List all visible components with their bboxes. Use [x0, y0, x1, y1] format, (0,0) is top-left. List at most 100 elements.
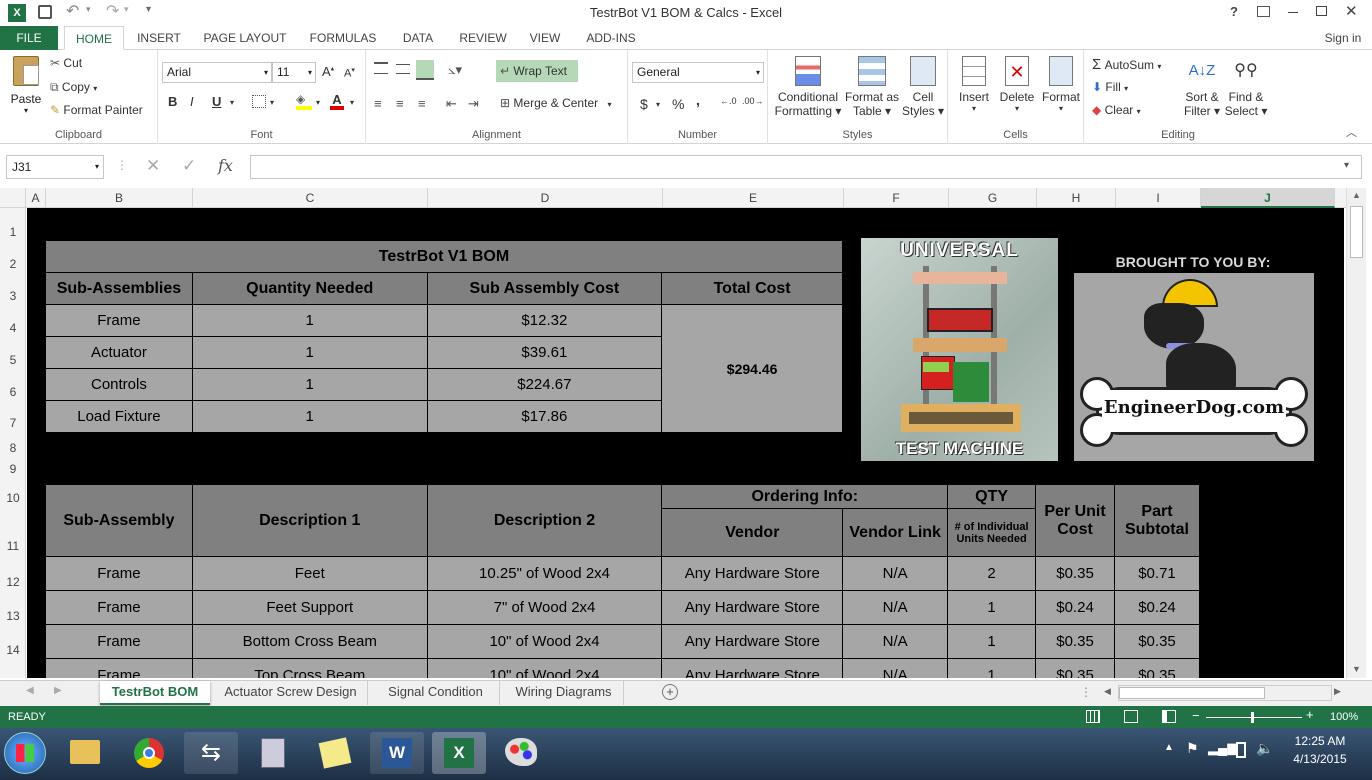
hscroll-thumb[interactable] — [1119, 687, 1265, 699]
percent-button[interactable]: % — [672, 96, 684, 112]
cell[interactable]: Top Cross Beam — [191, 658, 428, 678]
col-a[interactable]: A — [26, 188, 46, 208]
font-name-select[interactable]: Arial ▾ — [162, 62, 272, 83]
format-as-table-button[interactable]: Format as Table ▾ — [844, 56, 900, 118]
cell[interactable]: $17.86 — [426, 400, 663, 433]
cell[interactable]: $12.32 — [426, 304, 663, 337]
italic-button[interactable]: I — [190, 94, 194, 109]
tab-home[interactable]: HOME — [64, 26, 124, 50]
start-button[interactable] — [4, 732, 46, 774]
bottom-align-icon[interactable] — [416, 60, 434, 80]
decrease-decimal-icon[interactable]: .00→ — [742, 96, 764, 106]
header-part-subtotal[interactable]: Part Subtotal — [1113, 484, 1201, 557]
underline-dropdown-icon[interactable]: ▾ — [230, 98, 234, 107]
clock-time[interactable]: 12:25 AM — [1290, 734, 1350, 748]
header-units-needed[interactable]: # of Individual Units Needed — [947, 508, 1037, 557]
cell[interactable]: 1 — [191, 304, 428, 337]
zoom-out-icon[interactable]: − — [1192, 708, 1200, 723]
header-vendor-link[interactable]: Vendor Link — [842, 508, 949, 557]
header-description-1[interactable]: Description 1 — [191, 484, 428, 557]
font-color-dropdown-icon[interactable]: ▾ — [350, 98, 354, 107]
cut-button[interactable]: ✂ Cut — [50, 56, 82, 70]
cell[interactable]: $0.35 — [1113, 658, 1201, 678]
cell[interactable]: Any Hardware Store — [661, 590, 844, 625]
cell[interactable]: Frame — [45, 590, 193, 625]
find-select-button[interactable]: ⚲⚲ Find & Select ▾ — [1224, 56, 1268, 118]
cell[interactable]: Feet — [191, 556, 428, 591]
row-13[interactable]: 13 — [0, 609, 26, 623]
row-9[interactable]: 9 — [0, 462, 26, 476]
ribbon-display-icon[interactable] — [1257, 6, 1270, 17]
taskbar-word[interactable]: W — [370, 732, 424, 774]
cell[interactable]: $0.35 — [1035, 556, 1115, 591]
col-b[interactable]: B — [46, 188, 193, 208]
cell-styles-button[interactable]: Cell Styles ▾ — [902, 56, 944, 118]
row-3[interactable]: 3 — [0, 289, 26, 303]
paste-button[interactable]: Paste ▾ — [6, 54, 46, 120]
orientation-icon[interactable]: ⦣▾ — [448, 62, 462, 78]
engineerdog-logo[interactable]: EngineerDog.com — [1074, 273, 1314, 461]
cell[interactable]: Frame — [45, 624, 193, 659]
row-12[interactable]: 12 — [0, 575, 26, 589]
cell[interactable]: N/A — [842, 556, 949, 591]
row-14[interactable]: 14 — [0, 643, 26, 657]
cell[interactable]: 1 — [947, 590, 1037, 625]
conditional-formatting-button[interactable]: Conditional Formatting ▾ — [772, 56, 844, 118]
tab-formulas[interactable]: FORMULAS — [304, 26, 382, 50]
tab-page-layout[interactable]: PAGE LAYOUT — [198, 26, 292, 50]
fill-button[interactable]: ⬇ Fill ▾ — [1092, 80, 1128, 94]
row-10[interactable]: 10 — [0, 491, 26, 505]
header-sub-assembly[interactable]: Sub-Assembly — [45, 484, 193, 557]
cell[interactable]: Any Hardware Store — [661, 658, 844, 678]
merge-center-button[interactable]: ⊞ Merge & Center ▾ — [500, 96, 611, 110]
comma-button[interactable]: , — [696, 92, 700, 108]
wrap-text-button[interactable]: ↵ Wrap Text — [496, 60, 578, 82]
col-h[interactable]: H — [1037, 188, 1116, 208]
copy-button[interactable]: ⧉ Copy ▾ — [50, 80, 97, 95]
page-break-view-icon[interactable] — [1162, 710, 1176, 723]
sheet-tab-testrbot-bom[interactable]: TestrBot BOM — [100, 681, 210, 705]
page-layout-view-icon[interactable] — [1124, 710, 1138, 723]
name-box[interactable]: J31 ▾ — [6, 155, 104, 179]
tab-add-ins[interactable]: ADD-INS — [578, 26, 644, 50]
cell[interactable]: $0.35 — [1113, 624, 1201, 659]
flag-icon[interactable]: ⚑ — [1186, 740, 1199, 757]
insert-function-icon[interactable]: fx — [218, 156, 233, 175]
zoom-slider[interactable] — [1206, 712, 1302, 723]
cancel-icon[interactable]: ✕ — [146, 156, 160, 176]
align-left-icon[interactable]: ≡ — [374, 96, 382, 111]
cell[interactable]: Controls — [45, 368, 193, 401]
cell[interactable]: N/A — [842, 624, 949, 659]
sign-in-link[interactable]: Sign in — [1318, 26, 1368, 50]
autosum-button[interactable]: Σ AutoSum ▾ — [1092, 56, 1161, 73]
cell[interactable]: $0.35 — [1035, 658, 1115, 678]
vertical-scrollbar[interactable]: ▲ ▼ — [1346, 188, 1366, 678]
volume-icon[interactable]: 🔈 — [1256, 740, 1273, 757]
cell[interactable]: Any Hardware Store — [661, 624, 844, 659]
hscroll-left-icon[interactable]: ◀ — [1104, 686, 1111, 697]
row-5[interactable]: 5 — [0, 353, 26, 367]
borders-dropdown-icon[interactable]: ▾ — [270, 98, 274, 107]
network-icon[interactable]: ▂▄▆ — [1208, 740, 1237, 756]
cell[interactable]: 10" of Wood 2x4 — [426, 658, 663, 678]
top-align-icon[interactable] — [374, 62, 388, 74]
normal-view-icon[interactable] — [1086, 710, 1100, 723]
taskbar-excel[interactable]: X — [432, 732, 486, 774]
sheet-tab-actuator[interactable]: Actuator Screw Design — [214, 681, 368, 705]
middle-align-icon[interactable] — [396, 64, 410, 74]
header-per-unit-cost[interactable]: Per Unit Cost — [1035, 484, 1115, 557]
decrease-indent-icon[interactable]: ⇤ — [446, 96, 457, 112]
increase-decimal-icon[interactable]: ←.0 — [720, 96, 737, 106]
col-d[interactable]: D — [428, 188, 663, 208]
header-vendor[interactable]: Vendor — [661, 508, 844, 557]
cell[interactable]: 7" of Wood 2x4 — [426, 590, 663, 625]
cell[interactable]: 1 — [947, 624, 1037, 659]
bom-title[interactable]: TestrBot V1 BOM — [45, 240, 843, 273]
cell[interactable]: Any Hardware Store — [661, 556, 844, 591]
taskbar-calculator[interactable] — [246, 732, 300, 774]
row-7[interactable]: 7 — [0, 416, 26, 430]
cell[interactable]: Frame — [45, 304, 193, 337]
taskbar-paint[interactable] — [494, 732, 548, 774]
cell[interactable]: 1 — [191, 400, 428, 433]
tab-view[interactable]: VIEW — [522, 26, 568, 50]
